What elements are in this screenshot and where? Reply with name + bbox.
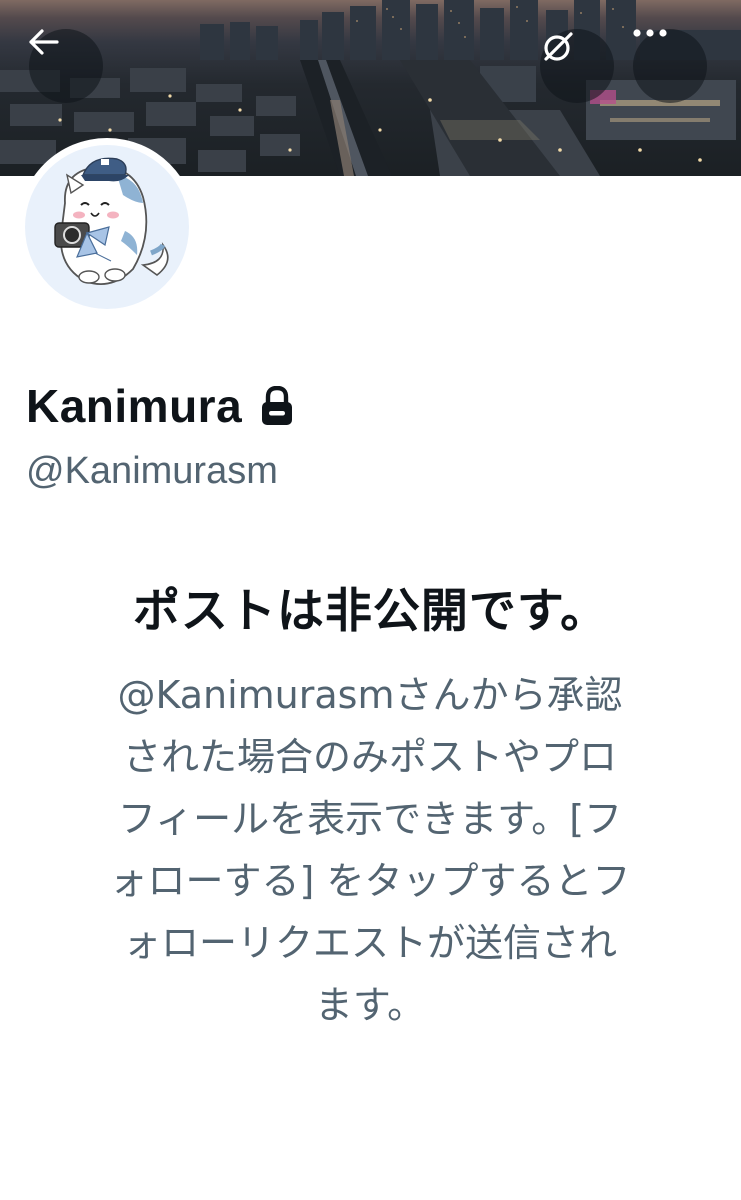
private-notice-line: された場合のみポストやプロ xyxy=(122,735,617,779)
lock-icon xyxy=(262,386,293,425)
private-notice-body: @Kanimurasmさんから承認 された場合のみポストやプロ フィールを表示で… xyxy=(70,664,670,1036)
avatar[interactable] xyxy=(18,138,196,316)
grok-circle-slash-icon xyxy=(544,32,573,61)
more-button[interactable] xyxy=(633,29,707,103)
user-handle: @Kanimurasm xyxy=(26,450,278,492)
grok-button[interactable] xyxy=(540,29,614,103)
back-button[interactable] xyxy=(29,29,103,103)
profile-name-row: Kanimura xyxy=(26,376,294,436)
private-notice-line: ォローリクエストが送信され xyxy=(122,921,617,965)
display-name: Kanimura xyxy=(26,380,243,432)
cat-photographer-illustration xyxy=(54,157,169,285)
private-notice-line: @Kanimurasmさんから承認 xyxy=(117,673,623,717)
private-notice-line: フィールを表示できます。[フ xyxy=(117,797,623,841)
private-notice-title: ポストは非公開です。 xyxy=(132,584,609,639)
more-horizontal-icon xyxy=(633,29,667,37)
arrow-left-icon xyxy=(29,29,59,55)
avatar-image xyxy=(25,145,189,309)
private-notice-line: ォローする] をタップするとフ xyxy=(109,859,631,903)
private-notice-line: ます。 xyxy=(314,983,426,1027)
